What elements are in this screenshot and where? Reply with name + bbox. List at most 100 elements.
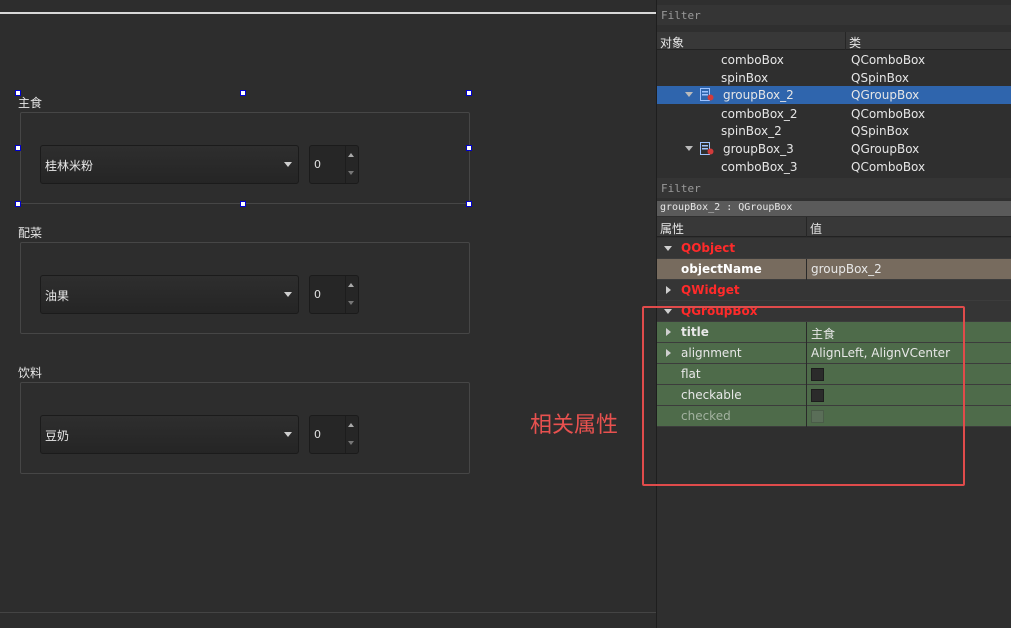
spin-down-icon[interactable] (348, 441, 354, 445)
object-filter-input[interactable]: Filter (657, 5, 1011, 25)
tree-row-class: QGroupBox (851, 142, 920, 156)
category-qgroupbox[interactable]: QGroupBox (657, 301, 1011, 322)
tree-row-selected[interactable]: groupBox_2 QGroupBox (657, 86, 1011, 104)
spin-up-icon[interactable] (348, 153, 354, 157)
expand-arrow-icon[interactable] (666, 349, 671, 357)
property-checkable[interactable]: checkable (657, 385, 1011, 406)
expand-arrow-icon[interactable] (666, 328, 671, 336)
selection-handle[interactable] (240, 90, 246, 96)
collapse-arrow-icon[interactable] (664, 309, 672, 314)
tree-row-class: QComboBox (851, 53, 926, 67)
property-name: objectName (681, 262, 762, 276)
column-divider (806, 385, 807, 406)
tree-row-name: comboBox_2 (721, 107, 798, 121)
object-inspector-header: 对象 类 (657, 32, 1011, 50)
spin-up-icon[interactable] (348, 423, 354, 427)
spin-down-icon[interactable] (348, 171, 354, 175)
combobox-3-value: 豆奶 (45, 429, 70, 443)
groupbox-icon (700, 88, 714, 101)
column-divider[interactable] (845, 32, 846, 50)
selection-handle[interactable] (466, 145, 472, 151)
spinbox-1[interactable]: 0 (309, 145, 359, 184)
tree-row-name: comboBox_3 (721, 160, 798, 174)
column-divider[interactable] (806, 217, 807, 237)
tree-row-class: QComboBox (851, 107, 926, 121)
canvas-bottom-border (0, 612, 656, 613)
category-label: QGroupBox (681, 304, 758, 318)
form-canvas[interactable]: 主食 桂林米粉 0 配菜 油果 0 饮料 豆奶 0 相关属性 (0, 0, 656, 628)
property-header: 属性 值 (657, 217, 1011, 237)
property-name: flat (681, 367, 701, 381)
tree-row[interactable]: spinBox_2 QSpinBox (657, 122, 1011, 140)
tree-row[interactable]: groupBox_3 QGroupBox (657, 140, 1011, 158)
chevron-down-icon (284, 162, 292, 167)
selection-handle[interactable] (466, 201, 472, 207)
property-filter-input[interactable]: Filter (657, 178, 1011, 198)
tree-row[interactable]: comboBox QComboBox (657, 51, 1011, 69)
category-label: QWidget (681, 283, 740, 297)
checkable-checkbox[interactable] (811, 389, 824, 402)
spin-up-icon[interactable] (348, 283, 354, 287)
checked-checkbox (811, 410, 824, 423)
column-divider (806, 259, 807, 280)
column-divider (806, 343, 807, 364)
tree-row[interactable]: comboBox_3 QComboBox (657, 158, 1011, 176)
property-title[interactable]: title 主食 (657, 322, 1011, 343)
combobox-1-value: 桂林米粉 (45, 159, 94, 173)
spinbox-3-button-area (345, 416, 358, 453)
annotation-label: 相关属性 (530, 413, 619, 438)
column-property[interactable]: 属性 (660, 220, 684, 237)
tree-row-class: QSpinBox (851, 124, 909, 138)
combobox-1[interactable]: 桂林米粉 (40, 145, 299, 184)
property-flat[interactable]: flat (657, 364, 1011, 385)
groupbox-2-title: 配菜 (18, 226, 43, 240)
tree-row-name: spinBox_2 (721, 124, 782, 138)
selection-handle[interactable] (15, 90, 21, 96)
property-name: checkable (681, 388, 742, 402)
chevron-down-icon (284, 432, 292, 437)
flat-checkbox[interactable] (811, 368, 824, 381)
chevron-down-icon (284, 292, 292, 297)
groupbox-1-title: 主食 (18, 96, 43, 110)
spinbox-2-value: 0 (314, 288, 321, 301)
property-objectname[interactable]: objectName groupBox_2 (657, 259, 1011, 280)
property-name: title (681, 325, 709, 339)
column-class[interactable]: 类 (849, 34, 861, 51)
selection-handle[interactable] (240, 201, 246, 207)
spinbox-3[interactable]: 0 (309, 415, 359, 454)
side-panel: Filter 对象 类 comboBox QComboBox spinBox Q… (656, 0, 1011, 628)
column-divider (806, 364, 807, 385)
property-value[interactable]: AlignLeft, AlignVCenter (811, 346, 950, 360)
expand-arrow-icon[interactable] (685, 92, 693, 97)
category-qobject[interactable]: QObject (657, 238, 1011, 259)
property-path: groupBox_2 : QGroupBox (657, 201, 1011, 216)
property-alignment[interactable]: alignment AlignLeft, AlignVCenter (657, 343, 1011, 364)
selection-handle[interactable] (15, 201, 21, 207)
property-value[interactable]: 主食 (811, 325, 835, 342)
column-object[interactable]: 对象 (660, 34, 684, 51)
category-qwidget[interactable]: QWidget (657, 280, 1011, 301)
combobox-3[interactable]: 豆奶 (40, 415, 299, 454)
selection-handle[interactable] (15, 145, 21, 151)
spinbox-2-button-area (345, 276, 358, 313)
column-divider (806, 322, 807, 343)
expand-arrow-icon[interactable] (685, 146, 693, 151)
tree-row[interactable]: spinBox QSpinBox (657, 69, 1011, 87)
property-value[interactable]: groupBox_2 (811, 262, 882, 276)
spin-down-icon[interactable] (348, 301, 354, 305)
collapse-arrow-icon[interactable] (664, 246, 672, 251)
tree-row-class: QGroupBox (851, 88, 920, 102)
tree-row-class: QSpinBox (851, 71, 909, 85)
spinbox-2[interactable]: 0 (309, 275, 359, 314)
expand-arrow-icon[interactable] (666, 286, 671, 294)
property-name: alignment (681, 346, 742, 360)
tree-row[interactable]: comboBox_2 QComboBox (657, 105, 1011, 123)
selection-handle[interactable] (466, 90, 472, 96)
tree-row-class: QComboBox (851, 160, 926, 174)
property-checked[interactable]: checked (657, 406, 1011, 427)
spinbox-3-value: 0 (314, 428, 321, 441)
spinbox-1-button-area (345, 146, 358, 183)
column-value[interactable]: 值 (810, 220, 822, 237)
combobox-2[interactable]: 油果 (40, 275, 299, 314)
combobox-2-value: 油果 (45, 289, 70, 303)
